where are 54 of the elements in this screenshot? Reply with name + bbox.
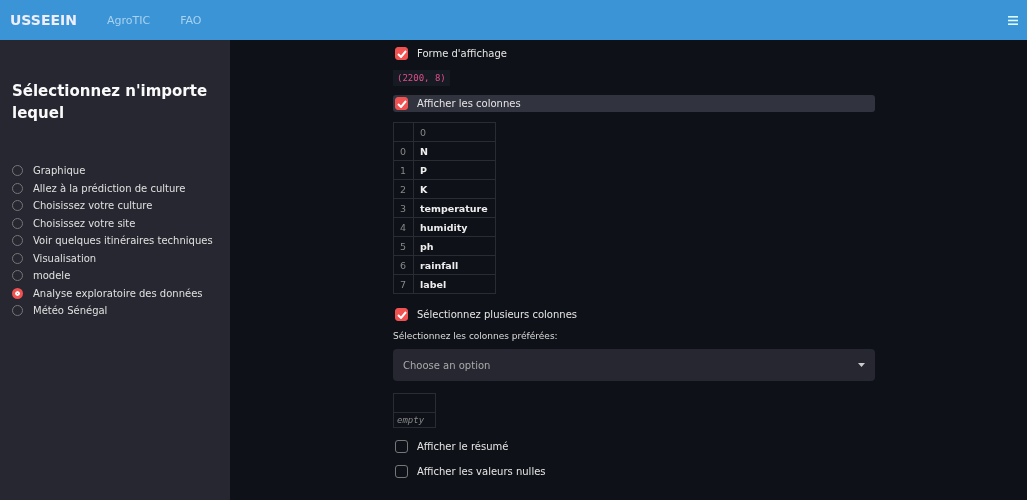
radio-option[interactable]: Visualisation — [12, 249, 230, 267]
code-output: (2200, 8) — [393, 70, 450, 86]
checkbox-row-highlight[interactable]: Afficher les colonnes — [393, 95, 875, 112]
radio-button[interactable] — [12, 287, 23, 299]
row-index: 0 — [393, 141, 414, 161]
empty-label: empty — [396, 414, 426, 427]
checkbox[interactable] — [395, 308, 408, 321]
checkbox-label: Afficher les valeurs nulles — [417, 466, 546, 477]
column-header: 0 — [413, 122, 496, 142]
table-cell: humidity — [413, 217, 496, 237]
radio-label: Voir quelques itinéraires techniques — [33, 235, 213, 247]
checkbox[interactable] — [395, 465, 408, 478]
table-cell: label — [413, 274, 496, 294]
radio-option[interactable]: Choisissez votre culture — [12, 197, 230, 215]
radio-label: Graphique — [33, 165, 86, 177]
checkbox-label: Afficher les colonnes — [417, 98, 521, 109]
radio-option[interactable]: Graphique — [12, 162, 230, 180]
radio-option[interactable]: Allez à la prédiction de culture — [12, 179, 230, 197]
radio-label: Analyse exploratoire des données — [33, 287, 203, 299]
checkbox[interactable] — [395, 47, 408, 60]
radio-label: Visualisation — [33, 252, 97, 264]
row-index: 7 — [393, 274, 414, 294]
row-index: 3 — [393, 198, 414, 218]
table-cell: N — [413, 141, 496, 161]
radio-option[interactable]: Météo Sénégal — [12, 302, 230, 320]
radio-option[interactable]: Analyse exploratoire des données — [12, 284, 230, 302]
row-index: 1 — [393, 160, 414, 180]
caret-icon — [858, 363, 865, 367]
row-index: 4 — [393, 217, 414, 237]
table-cell: rainfall — [413, 255, 496, 275]
radio-label: modele — [33, 270, 71, 282]
row-index: 2 — [393, 179, 414, 199]
radio-label: Météo Sénégal — [33, 305, 108, 317]
table-cell: K — [413, 179, 496, 199]
checkbox-label: Forme d'affichage — [417, 48, 507, 59]
sidebar-title: Sélectionnez n'importe lequel — [12, 81, 209, 124]
table-cell: temperature — [413, 198, 496, 218]
multiselect-dropdown[interactable]: Choose an option — [393, 349, 875, 381]
row-index: 6 — [393, 255, 414, 275]
radio-label: Choisissez votre site — [33, 217, 136, 229]
checkbox-label: Afficher le résumé — [417, 441, 509, 452]
table-cell: P — [413, 160, 496, 180]
radio-option[interactable]: modele — [12, 267, 230, 285]
checkbox-label: Sélectionnez plusieurs colonnes — [417, 309, 577, 320]
radio-label: Choisissez votre culture — [33, 200, 153, 212]
checkbox[interactable] — [395, 97, 408, 110]
radio-label: Allez à la prédiction de culture — [33, 182, 186, 194]
radio-option[interactable]: Voir quelques itinéraires techniques — [12, 232, 230, 250]
table-cell: ph — [413, 236, 496, 256]
field-label: Sélectionnez les colonnes préférées: — [393, 331, 558, 341]
row-index: 5 — [393, 236, 414, 256]
radio-option[interactable]: Choisissez votre site — [12, 214, 230, 232]
menu-icon — [1008, 15, 1018, 25]
checkbox[interactable] — [395, 440, 408, 453]
